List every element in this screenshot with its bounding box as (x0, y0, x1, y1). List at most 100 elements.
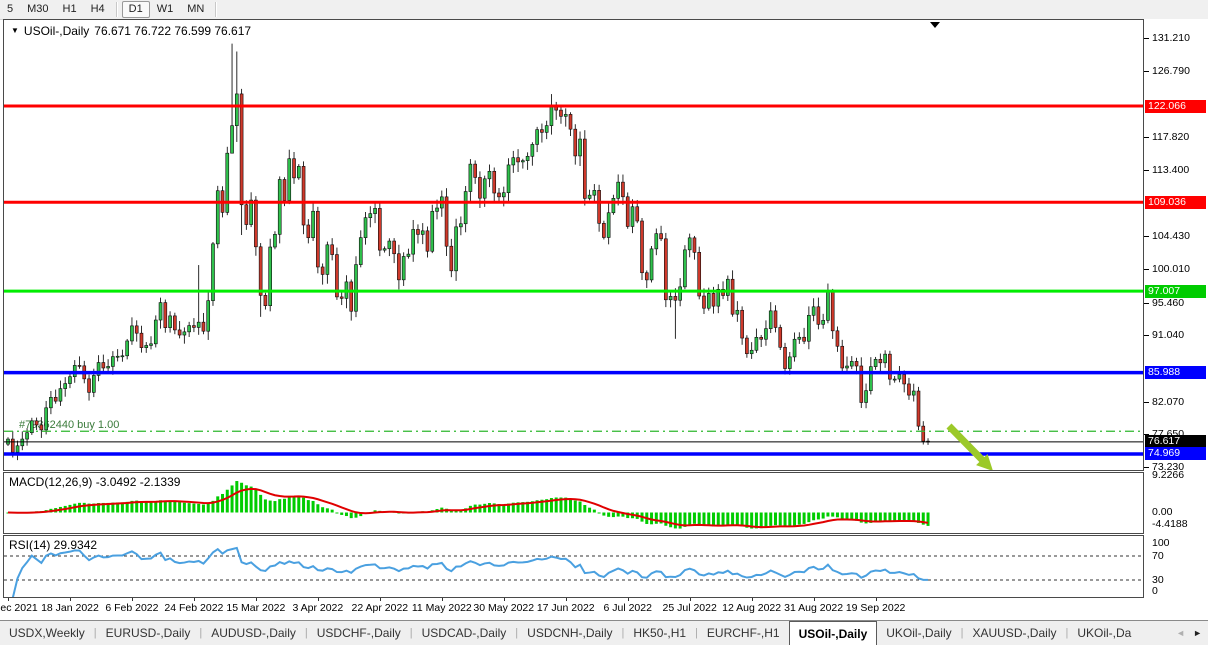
date-tick-mark (70, 598, 71, 601)
toolbar-separator (215, 2, 217, 17)
macd-axis-label: -4.4188 (1152, 518, 1188, 530)
tab-usdcad-daily[interactable]: USDCAD-,Daily (413, 621, 516, 645)
date-tick-mark (256, 598, 257, 601)
rsi-line (13, 548, 928, 597)
tab-ukoil-da[interactable]: UKOil-,Da (1068, 621, 1140, 645)
chart-shift-marker-icon (930, 22, 940, 28)
chart-tab-bar: USDX,Weekly|EURUSD-,Daily|AUDUSD-,Daily|… (0, 620, 1208, 645)
chart-title: ▼ USOil-,Daily 76.671 76.722 76.599 76.6… (11, 24, 251, 38)
chart-symbol-label: USOil-,Daily (24, 24, 89, 38)
date-axis[interactable]: 30 Dec 202118 Jan 20226 Feb 202224 Feb 2… (0, 598, 1208, 619)
price-tick-label: 82.070 (1152, 396, 1184, 408)
timeframe-button-m30[interactable]: M30 (20, 1, 55, 18)
timeframe-button-d1[interactable]: D1 (122, 1, 150, 18)
candlestick-chart[interactable] (4, 20, 1143, 470)
tab-usdx-weekly[interactable]: USDX,Weekly (0, 621, 94, 645)
price-badge-76.617: 76.617 (1145, 435, 1206, 448)
date-tick-mark (194, 598, 195, 601)
price-tick-label: 126.790 (1152, 65, 1190, 77)
tab-eurusd-daily[interactable]: EURUSD-,Daily (97, 621, 200, 645)
symbol-dropdown-icon[interactable]: ▼ (11, 27, 19, 35)
tab-audusd-daily[interactable]: AUDUSD-,Daily (202, 621, 305, 645)
timeframe-button-w1[interactable]: W1 (150, 1, 181, 18)
date-label: 24 Feb 2022 (159, 602, 229, 614)
price-badge-109.036: 109.036 (1145, 196, 1206, 209)
date-tick-mark (318, 598, 319, 601)
price-tick-mark (1144, 236, 1149, 237)
price-tick-mark (1144, 170, 1149, 171)
date-label: 31 Aug 2022 (779, 602, 849, 614)
price-tick-mark (1144, 137, 1149, 138)
date-tick-mark (8, 598, 9, 601)
price-tick-mark (1144, 467, 1149, 468)
date-tick-mark (628, 598, 629, 601)
rsi-axis-label: 100 (1152, 537, 1170, 549)
tab-usoil-daily[interactable]: USOil-,Daily (789, 621, 878, 645)
tab-usdcnh-daily[interactable]: USDCNH-,Daily (518, 621, 621, 645)
price-badge-85.988: 85.988 (1145, 366, 1206, 379)
date-label: 25 Jul 2022 (655, 602, 725, 614)
date-tick-mark (380, 598, 381, 601)
price-axis[interactable]: 131.210 126.790 117.820 113.400 104.430 100.0… (1144, 19, 1208, 598)
chart-ohlc-values: 76.671 76.722 76.599 76.617 (94, 24, 251, 38)
toolbar-separator (116, 2, 118, 17)
rsi-indicator-chart[interactable] (4, 536, 1143, 597)
price-tick-label: 131.210 (1152, 32, 1190, 44)
date-label: 30 May 2022 (469, 602, 539, 614)
date-label: 6 Feb 2022 (97, 602, 167, 614)
price-badge-122.066: 122.066 (1145, 100, 1206, 113)
date-label: 22 Apr 2022 (345, 602, 415, 614)
price-tick-mark (1144, 38, 1149, 39)
price-tick-label: 95.460 (1152, 297, 1184, 309)
timeframe-button-h4[interactable]: H4 (84, 1, 112, 18)
date-label: 6 Jul 2022 (593, 602, 663, 614)
date-tick-mark (566, 598, 567, 601)
macd-label: MACD(12,26,9) -3.0492 -2.1339 (9, 475, 180, 489)
date-label: 15 Mar 2022 (221, 602, 291, 614)
tab-eurchf-h1[interactable]: EURCHF-,H1 (698, 621, 789, 645)
rsi-panel: RSI(14) 29.9342 (3, 535, 1144, 598)
tab-scroll-buttons: ◄► (1172, 621, 1206, 645)
rsi-label: RSI(14) 29.9342 (9, 538, 97, 552)
date-label: 17 Jun 2022 (531, 602, 601, 614)
date-tick-mark (132, 598, 133, 601)
main-chart-panel: ▼ USOil-,Daily 76.671 76.722 76.599 76.6… (3, 19, 1144, 471)
price-tick-mark (1144, 303, 1149, 304)
price-tick-label: 117.820 (1152, 131, 1189, 143)
rsi-axis-label: 0 (1152, 585, 1158, 597)
timeframe-toolbar: 5M30H1H4 D1W1MN (0, 0, 1208, 20)
date-tick-mark (752, 598, 753, 601)
date-tick-mark (504, 598, 505, 601)
macd-axis-label: 9.2266 (1152, 469, 1184, 481)
timeframe-button-5[interactable]: 5 (0, 1, 20, 18)
tab-xauusd-daily[interactable]: XAUUSD-,Daily (963, 621, 1065, 645)
macd-axis-label: 0.00 (1152, 506, 1172, 518)
tab-scroll-left-icon[interactable]: ◄ (1176, 628, 1185, 638)
price-tick-label: 91.040 (1152, 329, 1184, 341)
date-tick-mark (690, 598, 691, 601)
date-tick-mark (876, 598, 877, 601)
date-label: 11 May 2022 (407, 602, 477, 614)
price-badge-74.969: 74.969 (1145, 447, 1206, 460)
tab-hk50-h1[interactable]: HK50-,H1 (624, 621, 695, 645)
price-tick-label: 104.430 (1152, 230, 1190, 242)
date-tick-mark (814, 598, 815, 601)
price-tick-label: 113.400 (1152, 164, 1189, 176)
price-tick-mark (1144, 402, 1149, 403)
macd-panel: MACD(12,26,9) -3.0492 -2.1339 (3, 472, 1144, 534)
rsi-axis-label: 70 (1152, 550, 1164, 562)
price-badge-97.007: 97.007 (1145, 285, 1206, 298)
tab-usdchf-daily[interactable]: USDCHF-,Daily (308, 621, 410, 645)
date-label: 19 Sep 2022 (841, 602, 911, 614)
tab-scroll-right-icon[interactable]: ► (1193, 628, 1202, 638)
price-tick-label: 100.010 (1152, 263, 1190, 275)
price-tick-mark (1144, 71, 1149, 72)
date-label: 18 Jan 2022 (35, 602, 105, 614)
date-label: 12 Aug 2022 (717, 602, 787, 614)
timeframe-button-h1[interactable]: H1 (56, 1, 84, 18)
price-tick-mark (1144, 335, 1149, 336)
tab-ukoil-daily[interactable]: UKOil-,Daily (877, 621, 960, 645)
price-tick-mark (1144, 269, 1149, 270)
timeframe-button-mn[interactable]: MN (180, 1, 211, 18)
date-tick-mark (442, 598, 443, 601)
